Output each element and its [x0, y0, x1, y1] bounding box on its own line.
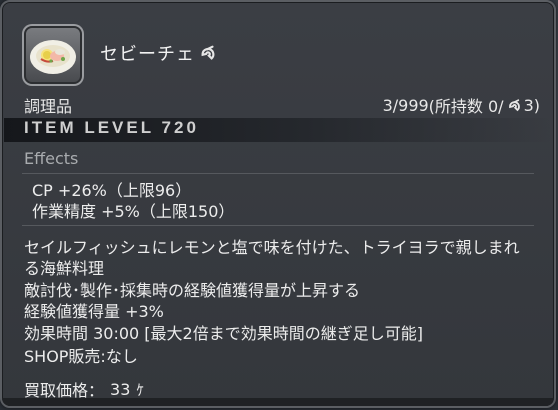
description-line: 経験値獲得量 +3%: [24, 302, 164, 321]
high-quality-icon: [508, 98, 520, 111]
effects-heading: Effects: [24, 149, 79, 168]
section-divider: [22, 225, 534, 226]
effects-divider: [22, 173, 534, 174]
owned-hq-count: 3): [523, 95, 540, 115]
owned-prefix: (所持数 0/: [428, 97, 504, 116]
gil-icon: ｹ: [136, 380, 144, 399]
item-name-text: セビーチェ: [100, 44, 195, 65]
high-quality-icon: [201, 45, 215, 60]
ceviche-dish-icon: [30, 40, 76, 74]
stack-info: 3/999 (所持数 0/ 3): [383, 93, 540, 117]
effect-line: 作業精度 +5%（上限150）: [32, 202, 235, 221]
description-line: SHOP販売:なし: [24, 347, 138, 366]
sell-price-value: 33: [110, 379, 131, 399]
description-line: る海鮮料理: [24, 259, 105, 278]
item-category: 調理品: [24, 97, 73, 116]
item-level: ITEM LEVEL 720: [24, 118, 199, 137]
item-name: セビーチェ: [100, 40, 217, 66]
item-tooltip: セビーチェ 調理品 3/999 (所持数 0/ 3) ITEM LEVEL 72…: [0, 0, 556, 408]
stack-count: 3/999: [382, 95, 429, 115]
description-line: 効果時間 30:00 [最大2倍まで効果時間の継ぎ足し可能]: [24, 324, 423, 343]
footer-strip: [2, 398, 554, 406]
item-icon: [22, 24, 84, 86]
